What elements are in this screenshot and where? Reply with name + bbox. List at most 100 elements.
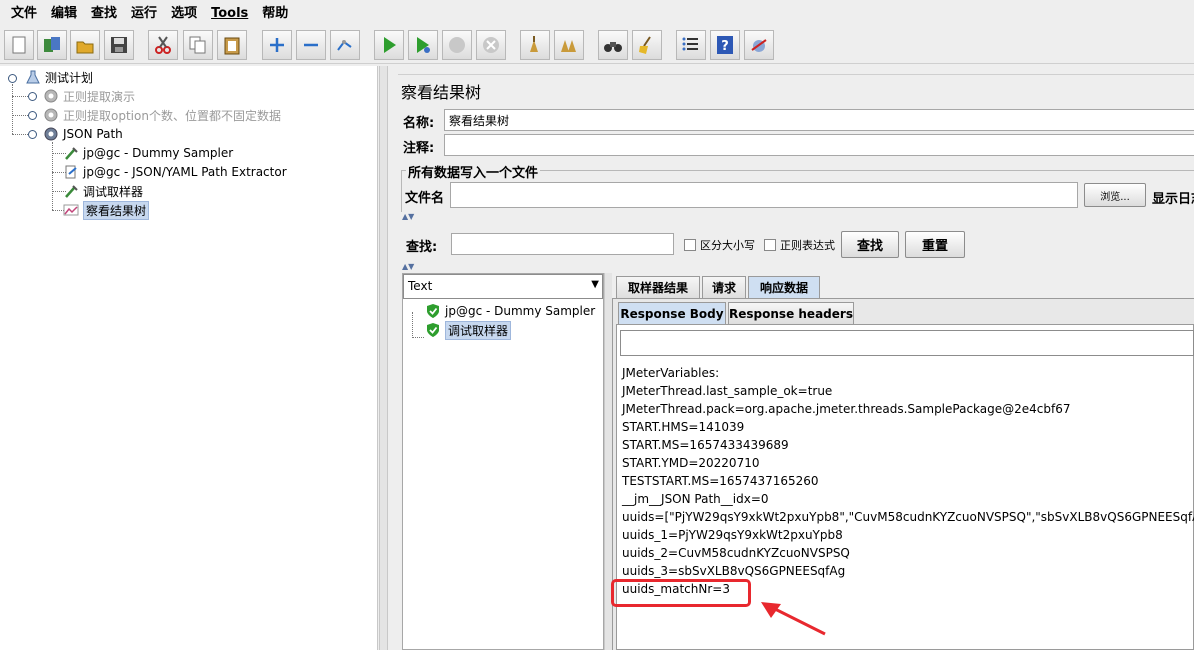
cut-icon	[155, 36, 171, 54]
panel-splitter[interactable]	[379, 66, 388, 650]
function-helper-button[interactable]	[676, 30, 706, 60]
shutdown-button[interactable]	[476, 30, 506, 60]
search-input[interactable]	[451, 233, 674, 255]
copy-icon	[189, 36, 206, 54]
tree-node-thread-group[interactable]: JSON Path	[42, 125, 123, 143]
pipette-icon	[62, 182, 80, 200]
tab-sampler-result[interactable]: 取样器结果	[616, 276, 700, 298]
help-icon: ?	[717, 36, 733, 54]
menu-tools[interactable]: Tools	[204, 0, 255, 28]
gear-icon	[42, 125, 60, 143]
svg-text:?: ?	[721, 39, 729, 54]
name-field[interactable]: 察看结果树	[444, 109, 1194, 131]
tree-node-test-plan[interactable]: 测试计划	[24, 68, 93, 86]
log-label: 显示日志	[1152, 192, 1194, 207]
broom-icon	[639, 36, 651, 54]
checkbox-label: 区分大小写	[700, 239, 755, 252]
expand-handle[interactable]	[28, 92, 37, 101]
search-button[interactable]	[598, 30, 628, 60]
new-button[interactable]	[4, 30, 34, 60]
flask-icon	[24, 68, 42, 86]
search-label: 查找:	[406, 240, 438, 255]
comment-field[interactable]	[444, 134, 1194, 156]
clear-icon	[530, 36, 538, 52]
tree-node-debug-sampler[interactable]: 调试取样器	[62, 182, 143, 200]
copy-button[interactable]	[183, 30, 213, 60]
filename-label: 文件名	[405, 191, 445, 206]
new-icon	[12, 36, 26, 54]
subtab-response-body[interactable]: Response Body	[618, 302, 726, 324]
toggle-icon	[337, 40, 352, 51]
expand-handle[interactable]	[8, 74, 17, 83]
result-item[interactable]: 调试取样器	[424, 320, 512, 340]
tab-request[interactable]: 请求	[702, 276, 746, 298]
response-search-input[interactable]	[620, 330, 1194, 356]
file-section-title: 所有数据写入一个文件	[406, 162, 541, 181]
browse-button[interactable]: 浏览...	[1084, 183, 1146, 207]
gear-icon	[42, 106, 60, 124]
save-icon	[111, 37, 127, 53]
checkbox-label: 正则表达式	[780, 239, 835, 252]
tree-node-label: 测试计划	[45, 70, 94, 85]
response-line: TESTSTART.MS=1657437165260	[622, 474, 819, 488]
cut-button[interactable]	[148, 30, 178, 60]
renderer-select[interactable]: Text ▼	[403, 274, 603, 299]
save-button[interactable]	[104, 30, 134, 60]
collapse-icon	[304, 43, 318, 47]
paste-button[interactable]	[217, 30, 247, 60]
start-icon	[384, 37, 396, 53]
reset-search-button[interactable]	[632, 30, 662, 60]
response-line: uuids=["PjYW29qsY9xkWt2pxuYpb8","CuvM58c…	[622, 510, 1194, 524]
extractor-icon	[62, 163, 80, 181]
tree-node-thread-group[interactable]: 正则提取option个数、位置都不固定数据	[42, 106, 281, 124]
tree-node-results-tree[interactable]: 察看结果树	[62, 200, 150, 220]
name-label: 名称:	[403, 116, 435, 131]
collapse-button[interactable]	[296, 30, 326, 60]
menu-file[interactable]: 文件	[4, 0, 44, 28]
tab-response-data[interactable]: 响应数据	[748, 276, 820, 298]
regex-checkbox[interactable]: 正则表达式	[764, 237, 835, 253]
toggle-button[interactable]	[330, 30, 360, 60]
chart-icon	[62, 201, 80, 219]
start-no-pause-button[interactable]	[408, 30, 438, 60]
response-line: START.MS=1657433439689	[622, 438, 789, 452]
split-arrows[interactable]: ▲▼	[402, 263, 422, 271]
menu-run[interactable]: 运行	[124, 0, 164, 28]
panel-title: 察看结果树	[401, 83, 482, 102]
expand-handle[interactable]	[28, 130, 37, 139]
test-plan-tree[interactable]: 测试计划 正则提取演示 正则提取option个数、位置都不固定数据 JSON P…	[0, 66, 378, 650]
menu-options[interactable]: 选项	[164, 0, 204, 28]
clear-button[interactable]	[520, 30, 550, 60]
menu-search[interactable]: 查找	[84, 0, 124, 28]
response-line: JMeterVariables:	[622, 366, 720, 380]
result-item[interactable]: jp@gc - Dummy Sampler	[424, 302, 595, 320]
menu-edit[interactable]: 编辑	[44, 0, 84, 28]
success-shield-icon	[424, 302, 442, 320]
response-line: uuids_2=CuvM58cudnKYZcuoNVSPSQ	[622, 546, 850, 560]
help-button[interactable]: ?	[710, 30, 740, 60]
tree-node-thread-group[interactable]: 正则提取演示	[42, 87, 135, 105]
stop-button[interactable]	[442, 30, 472, 60]
start-button[interactable]	[374, 30, 404, 60]
menu-help[interactable]: 帮助	[255, 0, 295, 28]
subtab-response-headers[interactable]: Response headers	[728, 302, 854, 324]
find-button[interactable]: 查找	[841, 231, 899, 258]
filename-field[interactable]	[450, 182, 1078, 208]
response-line: uuids_1=PjYW29qsY9xkWt2pxuYpb8	[622, 528, 843, 542]
remote-button[interactable]	[744, 30, 774, 60]
chevron-down-icon: ▼	[591, 279, 599, 290]
reset-button[interactable]: 重置	[905, 231, 965, 258]
start-no-pause-icon	[417, 37, 430, 53]
case-sensitive-checkbox[interactable]: 区分大小写	[684, 237, 755, 253]
expand-handle[interactable]	[28, 111, 37, 120]
binoculars-icon	[604, 42, 622, 52]
open-button[interactable]	[70, 30, 100, 60]
templates-button[interactable]	[37, 30, 67, 60]
clear-all-button[interactable]	[554, 30, 584, 60]
tree-node-sampler[interactable]: jp@gc - Dummy Sampler	[62, 144, 233, 162]
expand-button[interactable]	[262, 30, 292, 60]
tree-node-extractor[interactable]: jp@gc - JSON/YAML Path Extractor	[62, 163, 287, 181]
shutdown-icon	[483, 37, 499, 53]
split-arrows[interactable]: ▲▼	[402, 213, 422, 221]
response-line: __jm__JSON Path__idx=0	[622, 492, 769, 506]
